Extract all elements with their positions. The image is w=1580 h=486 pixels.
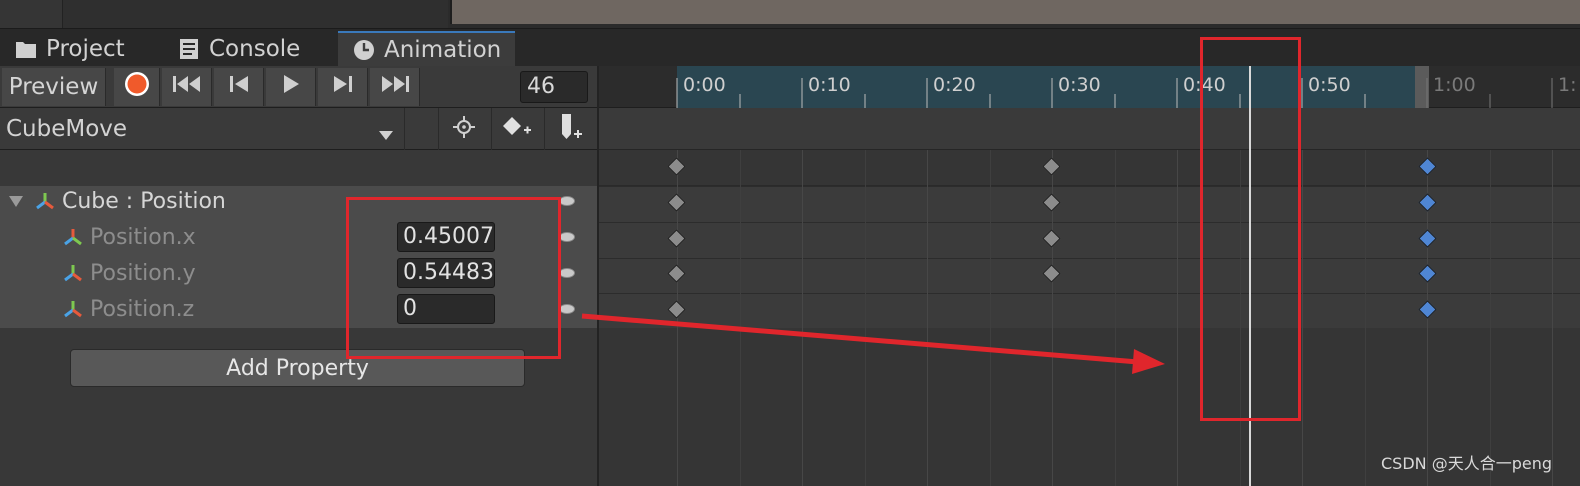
watermark: CSDN @天人合一peng <box>1380 454 1552 473</box>
annotation-arrow <box>581 313 1165 374</box>
